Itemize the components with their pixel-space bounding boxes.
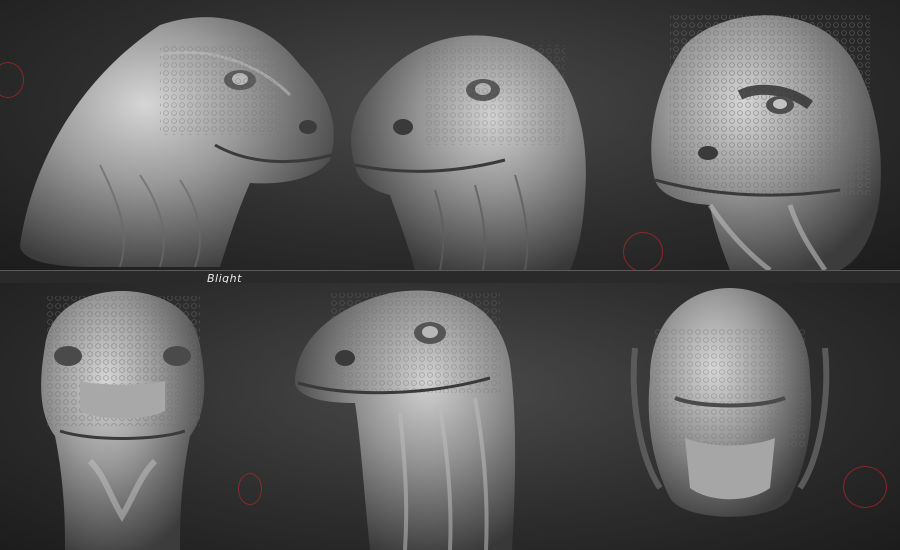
head-sculpt-three-quarter-left	[351, 35, 586, 270]
head-sculpt-side-right	[20, 17, 334, 268]
head-sculpt-front	[41, 291, 205, 550]
marker-ring	[843, 466, 887, 508]
bottom-row-panel	[0, 283, 900, 550]
head-sculpt-top	[630, 288, 830, 517]
marker-ring	[623, 232, 663, 270]
sculpt-sheet: Blight	[0, 0, 900, 550]
head-sculpt-textured	[651, 15, 881, 270]
marker-ring	[238, 473, 262, 505]
head-sculpt-three-quarter-low	[295, 290, 516, 550]
top-row-panel	[0, 0, 900, 270]
row-divider	[0, 270, 900, 271]
